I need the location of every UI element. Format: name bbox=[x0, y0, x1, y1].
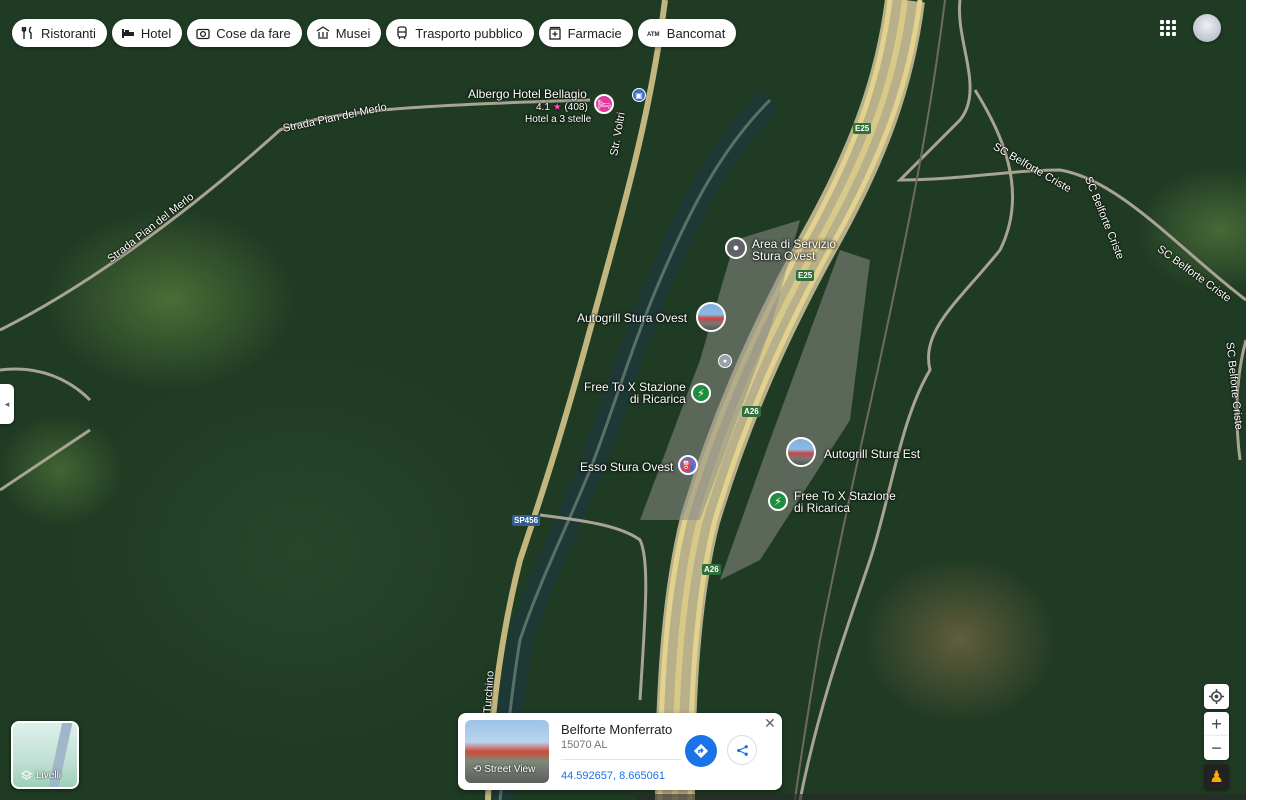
postal-code: 15070 AL bbox=[561, 739, 608, 751]
poi-autogrill-est: Autogrill Stura Est bbox=[824, 447, 921, 461]
chip-bancomat[interactable]: ATM Bancomat bbox=[637, 19, 737, 47]
account-avatar[interactable] bbox=[1193, 14, 1221, 42]
zoom-in-button[interactable]: + bbox=[1204, 712, 1229, 736]
ev-charging-pin-icon[interactable]: ⚡ bbox=[768, 491, 788, 511]
layers-icon bbox=[21, 770, 32, 780]
directions-icon bbox=[693, 743, 709, 759]
zoom-out-button[interactable]: − bbox=[1204, 736, 1229, 760]
chip-farmacie[interactable]: Farmacie bbox=[538, 19, 633, 47]
poi-hotel-type: Hotel a 3 stelle bbox=[525, 114, 592, 125]
poi-autogrill-ovest: Autogrill Stura Ovest bbox=[577, 311, 688, 325]
gas-station-pin-icon[interactable]: ⛽ bbox=[678, 455, 698, 475]
ev-charging-pin-icon[interactable]: ⚡ bbox=[691, 383, 711, 403]
directions-button[interactable] bbox=[685, 735, 717, 767]
pegman-icon: ♟ bbox=[1209, 769, 1224, 786]
poi-esso: Esso Stura Ovest bbox=[580, 460, 674, 474]
attribution-bar bbox=[636, 794, 1246, 800]
chip-hotel[interactable]: Hotel bbox=[111, 19, 183, 47]
share-button[interactable] bbox=[727, 735, 757, 765]
train-icon bbox=[397, 26, 408, 40]
apps-grid-icon[interactable] bbox=[1160, 20, 1176, 36]
close-icon[interactable]: ✕ bbox=[764, 715, 776, 732]
category-chips: Ristoranti Hotel Cose da fare Musei Tras… bbox=[12, 19, 737, 47]
crosshair-icon bbox=[1209, 689, 1224, 704]
autogrill-est-photo-pin[interactable] bbox=[786, 437, 816, 467]
poi-hotel-name: Albergo Hotel Bellagio bbox=[468, 87, 587, 101]
coordinates-link[interactable]: 44.592657, 8.665061 bbox=[561, 770, 665, 782]
road-shield-sp456: SP456 bbox=[512, 515, 541, 526]
poi-free-to-x-1: Free To X Stazione di Ricarica bbox=[584, 380, 686, 406]
collapse-panel-button[interactable]: ◂ bbox=[0, 384, 14, 424]
chip-trasporto-pubblico[interactable]: Trasporto pubblico bbox=[386, 19, 534, 47]
atm-icon: ATM bbox=[647, 32, 660, 38]
pegman-street-view-button[interactable]: ♟ bbox=[1204, 764, 1229, 790]
street-view-thumbnail[interactable]: ⟲ Street View bbox=[465, 720, 549, 783]
poi-hotel-rating: 4.1 ★ (408) bbox=[536, 102, 588, 113]
svg-text:ATM: ATM bbox=[647, 32, 660, 38]
bed-icon bbox=[121, 29, 134, 38]
chip-cose-da-fare[interactable]: Cose da fare bbox=[187, 19, 302, 47]
chip-ristoranti[interactable]: Ristoranti bbox=[12, 19, 107, 47]
area-servizio-pin-icon[interactable]: ● bbox=[725, 237, 747, 259]
bus-stop-icon[interactable]: ▣ bbox=[632, 88, 646, 102]
highway-shield-a26: A26 bbox=[702, 564, 721, 575]
chevron-left-icon: ◂ bbox=[4, 398, 10, 409]
location-pin-icon[interactable]: ● bbox=[718, 354, 732, 368]
chip-musei[interactable]: Musei bbox=[306, 19, 382, 47]
place-title[interactable]: Belforte Monferrato bbox=[561, 722, 672, 737]
right-gutter bbox=[1246, 0, 1272, 800]
layers-button[interactable]: Livelli bbox=[11, 721, 79, 789]
star-icon: ★ bbox=[552, 102, 562, 113]
pharmacy-icon bbox=[548, 26, 561, 40]
location-info-card[interactable]: ⟲ Street View Belforte Monferrato 15070 … bbox=[458, 713, 782, 790]
museum-icon bbox=[316, 26, 330, 39]
poi-free-to-x-2: Free To X Stazione di Ricarica bbox=[794, 489, 896, 515]
hotel-pin-icon[interactable]: 🛏 bbox=[594, 94, 614, 114]
camera-icon bbox=[196, 28, 210, 40]
autogrill-ovest-photo-pin[interactable] bbox=[696, 302, 726, 332]
fork-knife-icon bbox=[21, 26, 32, 39]
share-icon bbox=[736, 744, 748, 756]
street-view-icon: ⟲ bbox=[473, 764, 482, 775]
poi-area-servizio: Area di Servizio Stura Ovest bbox=[752, 237, 837, 263]
satellite-map[interactable]: Strada Pian del Merlo Strada Pian del Me… bbox=[0, 0, 1246, 800]
highway-shield-e25: E25 bbox=[796, 270, 815, 281]
highway-shield-e25: E25 bbox=[853, 123, 872, 134]
highway-shield-a26: A26 bbox=[742, 406, 761, 417]
my-location-button[interactable] bbox=[1204, 684, 1229, 709]
